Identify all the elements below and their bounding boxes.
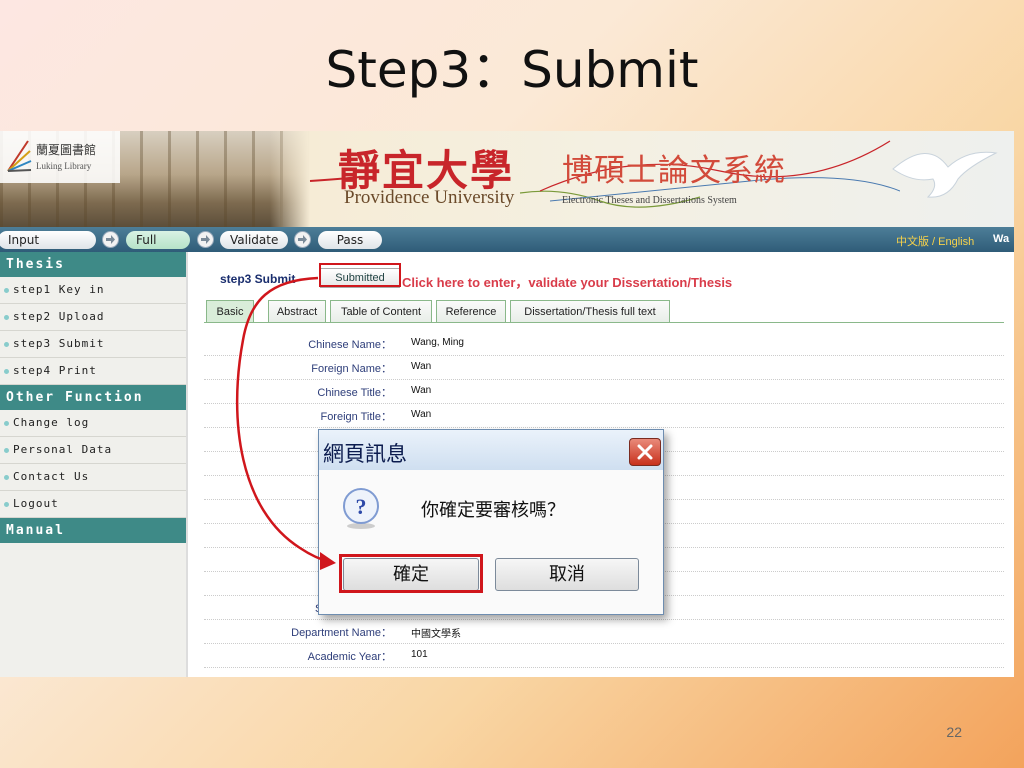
form-row: Academic Year： 101: [204, 643, 1004, 668]
page-number: 22: [946, 724, 962, 740]
form-value: 中國文學系: [411, 629, 461, 640]
form-row: Foreign Name： Wan: [204, 355, 1004, 380]
system-name-en: Electronic Theses and Dissertations Syst…: [562, 195, 737, 206]
bullet-icon: [4, 314, 9, 320]
dialog-message: 你確定要審核嗎？: [421, 500, 565, 521]
sidebar-item-contact-us[interactable]: Contact Us: [0, 464, 186, 491]
form-value: Wan: [411, 361, 432, 372]
bullet-icon: [4, 287, 9, 293]
site-banner: 蘭夏圖書館 Luking Library 靜宜大學 Providence Uni…: [0, 131, 1014, 227]
form-value: Wan: [411, 409, 432, 420]
sidebar-item-personal-data[interactable]: Personal Data: [0, 437, 186, 464]
form-label: Foreign Name：: [311, 363, 392, 375]
sidebar-item-step2[interactable]: step2 Upload: [0, 304, 186, 331]
arrow-right-icon: [197, 231, 214, 248]
step-full-text[interactable]: Full text: [126, 231, 190, 265]
sidebar-item-label: Personal Data: [13, 443, 113, 456]
library-name: 蘭夏圖書館: [36, 143, 97, 157]
sidebar-header-other-function: Other Function: [0, 385, 186, 410]
language-switch-link[interactable]: 中文版 / English: [896, 233, 974, 249]
form-label: Academic Year：: [307, 651, 392, 663]
highlight-box: [339, 554, 483, 593]
step-label: step3 Submit: [220, 272, 296, 286]
step-validate[interactable]: Validate: [220, 231, 288, 249]
question-icon: ?: [343, 488, 379, 529]
library-name-en: Luking Library: [36, 161, 92, 171]
sidebar-item-label: step1 Key in: [13, 283, 105, 296]
user-name: Wa: [993, 233, 1010, 245]
dialog-titlebar: 網頁訊息: [319, 430, 663, 470]
bullet-icon: [4, 341, 9, 347]
validate-link[interactable]: Click here to enter，validate your Disser…: [402, 272, 732, 291]
arrow-right-icon: [102, 231, 119, 248]
sidebar-item-label: step4 Print: [13, 364, 97, 377]
form-value: Wang, Ming: [411, 337, 464, 348]
library-logo[interactable]: 蘭夏圖書館 Luking Library: [0, 131, 120, 183]
sidebar-item-label: Contact Us: [13, 470, 90, 483]
form-row: Foreign Title： Wan: [204, 403, 1004, 428]
system-name: 博碩士論文系統: [562, 153, 786, 189]
bullet-icon: [4, 368, 9, 374]
form-label: Chinese Name：: [308, 339, 392, 351]
sidebar-item-label: Change log: [13, 416, 90, 429]
tab-abstract[interactable]: Abstract: [268, 300, 326, 322]
form-label: Foreign Title：: [320, 411, 392, 423]
tab-table-of-content[interactable]: Table of Content: [330, 300, 432, 322]
tab-full-text[interactable]: Dissertation/Thesis full text: [510, 300, 670, 322]
tab-basic[interactable]: Basic: [206, 300, 254, 322]
bullet-icon: [4, 474, 9, 480]
svg-text:?: ?: [356, 494, 367, 519]
arrow-right-icon: [294, 231, 311, 248]
sidebar-item-change-log[interactable]: Change log: [0, 410, 186, 437]
form-label: Chinese Title：: [317, 387, 392, 399]
form-value: 101: [411, 649, 428, 660]
slide-title: Step3：Submit: [325, 41, 699, 99]
dove-icon: [892, 151, 998, 198]
sidebar-item-label: Logout: [13, 497, 59, 510]
bullet-icon: [4, 420, 9, 426]
highlight-box: [319, 263, 401, 287]
university-name-en: Providence University: [344, 187, 515, 208]
library-logo-icon: [7, 140, 32, 172]
step-navigation-bar: Input Metadata Full text Validate Pass 中…: [0, 227, 1014, 265]
form-value: Wan: [411, 385, 432, 396]
confirm-dialog: 網頁訊息 ? 你確定要審核嗎？ 確定 取消: [318, 429, 664, 615]
sidebar-item-step3[interactable]: step3 Submit: [0, 331, 186, 358]
sidebar-header-thesis: Thesis: [0, 252, 186, 277]
close-button[interactable]: [629, 438, 661, 466]
sidebar-item-logout[interactable]: Logout: [0, 491, 186, 518]
sidebar: Thesis step1 Key in step2 Upload step3 S…: [0, 252, 188, 677]
step-pass[interactable]: Pass: [318, 231, 382, 249]
bullet-icon: [4, 447, 9, 453]
form-row: Chinese Name： Wang, Ming: [204, 331, 1004, 356]
sidebar-item-step4[interactable]: step4 Print: [0, 358, 186, 385]
sidebar-header-manual[interactable]: Manual: [0, 518, 186, 543]
dialog-title: 網頁訊息: [323, 442, 407, 466]
tab-underline: [204, 322, 1004, 323]
step-input-metadata[interactable]: Input Metadata: [0, 231, 96, 265]
sidebar-item-label: step3 Submit: [13, 337, 105, 350]
bullet-icon: [4, 501, 9, 507]
tab-reference[interactable]: Reference: [436, 300, 506, 322]
form-label: Department Name：: [291, 627, 392, 639]
form-row: Chinese Title： Wan: [204, 379, 1004, 404]
sidebar-item-step1[interactable]: step1 Key in: [0, 277, 186, 304]
cancel-button[interactable]: 取消: [495, 558, 639, 591]
form-row: Department Name： 中國文學系: [204, 619, 1004, 644]
sidebar-item-label: step2 Upload: [13, 310, 105, 323]
close-icon: [637, 444, 653, 460]
